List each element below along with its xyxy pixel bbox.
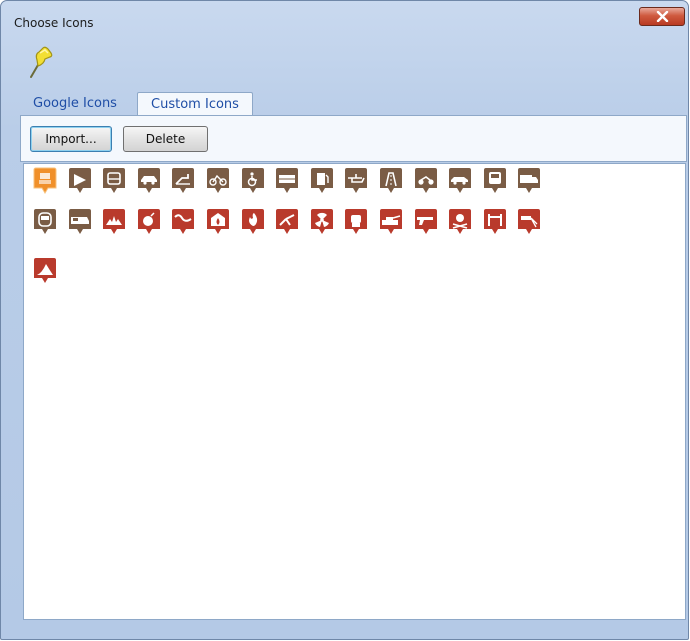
shark-icon[interactable] [32,257,58,285]
van-icon[interactable] [67,208,93,236]
tab-custom-icons[interactable]: Custom Icons [137,92,253,116]
snake-icon[interactable] [170,208,196,236]
gas-station-icon[interactable] [309,167,335,195]
toolbar-panel [20,115,687,162]
pushpin-icon [25,44,55,84]
title-bar[interactable]: Choose Icons [1,1,688,39]
house-fire-icon[interactable] [205,208,231,236]
skull-crossbones-icon[interactable] [447,208,473,236]
wheelchair-icon[interactable] [240,167,266,195]
water-cannon-icon[interactable] [516,208,542,236]
fist-icon[interactable] [343,208,369,236]
delete-button[interactable]: Delete [123,126,208,152]
import-button[interactable]: Import... [30,126,112,152]
subway-icon[interactable] [32,208,58,236]
car-side-icon[interactable] [447,167,473,195]
fire-icon[interactable] [240,208,266,236]
selected-icon[interactable] [32,167,58,195]
bus-icon[interactable] [101,167,127,195]
plane-crash-icon[interactable] [274,208,300,236]
tank-icon[interactable] [378,208,404,236]
explosion-icon[interactable] [101,208,127,236]
bomb-icon[interactable] [136,208,162,236]
close-button[interactable] [639,7,685,26]
car-icon[interactable] [136,167,162,195]
airplane-icon[interactable] [67,167,93,195]
train-icon[interactable] [274,167,300,195]
tram-icon[interactable] [482,167,508,195]
road-icon[interactable] [378,167,404,195]
gun-icon[interactable] [413,208,439,236]
motorcycle-icon[interactable] [413,167,439,195]
window-title: Choose Icons [14,16,94,30]
radiation-icon[interactable] [309,208,335,236]
truck-icon[interactable] [516,167,542,195]
close-icon [656,11,669,22]
tab-google-icons[interactable]: Google Icons [27,92,123,116]
helicopter-icon[interactable] [343,167,369,195]
bicycle-icon[interactable] [205,167,231,195]
escalator-icon[interactable] [170,167,196,195]
torture-icon[interactable] [482,208,508,236]
